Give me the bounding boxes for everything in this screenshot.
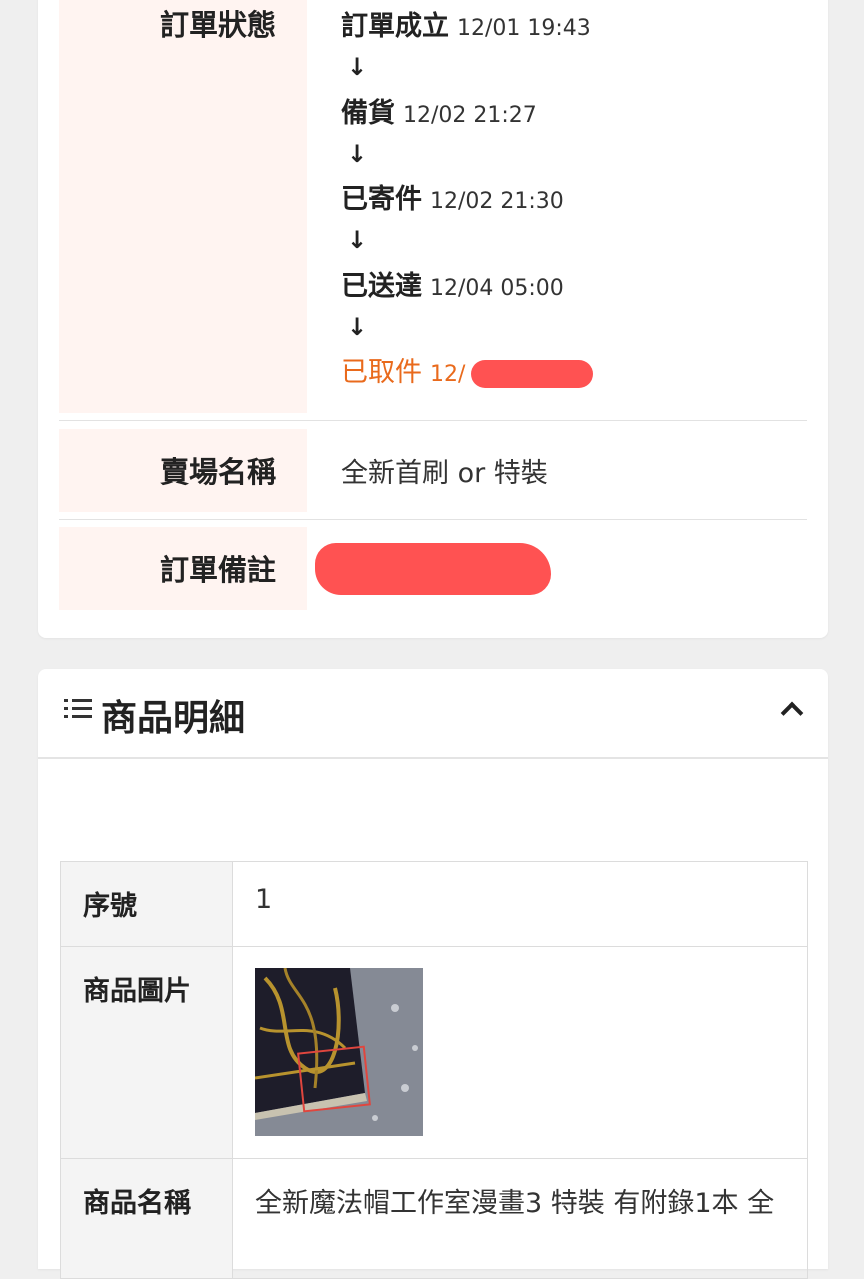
redaction-mark — [315, 543, 551, 595]
status-step-picked-up: 已取件 12/ — [341, 357, 466, 388]
table-row: 商品名稱 全新魔法帽工作室漫畫3 特裝 有附錄1本 全 — [60, 1158, 808, 1279]
table-row: 序號 1 — [60, 861, 808, 947]
list-icon — [64, 697, 92, 721]
product-details-title: 商品明細 — [101, 698, 246, 739]
order-status-label-cell: 訂單狀態 — [59, 0, 307, 413]
order-note-label: 訂單備註 — [159, 553, 276, 587]
arrow-down-icon: ↓ — [347, 226, 368, 254]
order-note-label-cell: 訂單備註 — [59, 527, 307, 610]
arrow-down-icon: ↓ — [347, 140, 368, 168]
row-divider — [59, 420, 807, 421]
product-photo — [255, 968, 423, 1136]
shop-name-label: 賣場名稱 — [159, 455, 276, 489]
redaction-mark — [471, 360, 593, 388]
index-value: 1 — [232, 861, 808, 947]
product-details-header[interactable]: 商品明細 — [38, 669, 828, 759]
image-label: 商品圖片 — [60, 946, 233, 1159]
status-step-delivered: 已送達 12/04 05:00 — [341, 271, 564, 302]
product-name-value: 全新魔法帽工作室漫畫3 特裝 有附錄1本 全 — [232, 1158, 808, 1279]
order-status-label: 訂單狀態 — [159, 8, 276, 42]
product-thumbnail[interactable] — [255, 968, 423, 1136]
shop-name-label-cell: 賣場名稱 — [59, 429, 307, 512]
status-step-preparing: 備貨 12/02 21:27 — [341, 98, 537, 129]
shop-name-value: 全新首刷 or 特裝 — [341, 458, 548, 489]
shop-name-row: 賣場名稱 全新首刷 or 特裝 — [59, 429, 807, 512]
product-detail-table: 序號 1 商品圖片 商品名稱 全新魔法帽工作室漫畫3 特裝 有附錄1本 全 — [60, 861, 808, 1279]
status-step-created: 訂單成立 12/01 19:43 — [341, 11, 591, 42]
order-status-timeline: 訂單成立 12/01 19:43 ↓ 備貨 12/02 21:27 ↓ 已寄件 12/… — [341, 0, 801, 413]
order-note-row: 訂單備註 — [59, 527, 807, 610]
table-row: 商品圖片 — [60, 946, 808, 1159]
chevron-up-icon[interactable] — [780, 701, 804, 725]
index-label: 序號 — [60, 861, 233, 947]
row-divider — [59, 519, 807, 520]
order-status-row: 訂單狀態 訂單成立 12/01 19:43 ↓ 備貨 12/02 21:27 ↓ 已… — [59, 0, 807, 413]
product-name-label: 商品名稱 — [60, 1158, 233, 1279]
product-details-card: 商品明細 序號 1 商品圖片 商品名稱 全新魔法帽工作室漫畫3 特裝 有附錄1本… — [38, 669, 828, 1279]
arrow-down-icon: ↓ — [347, 53, 368, 81]
status-step-shipped: 已寄件 12/02 21:30 — [341, 184, 564, 215]
arrow-down-icon: ↓ — [347, 313, 368, 341]
image-cell — [232, 946, 808, 1159]
order-info-card: 訂單狀態 訂單成立 12/01 19:43 ↓ 備貨 12/02 21:27 ↓ 已… — [38, 0, 828, 638]
